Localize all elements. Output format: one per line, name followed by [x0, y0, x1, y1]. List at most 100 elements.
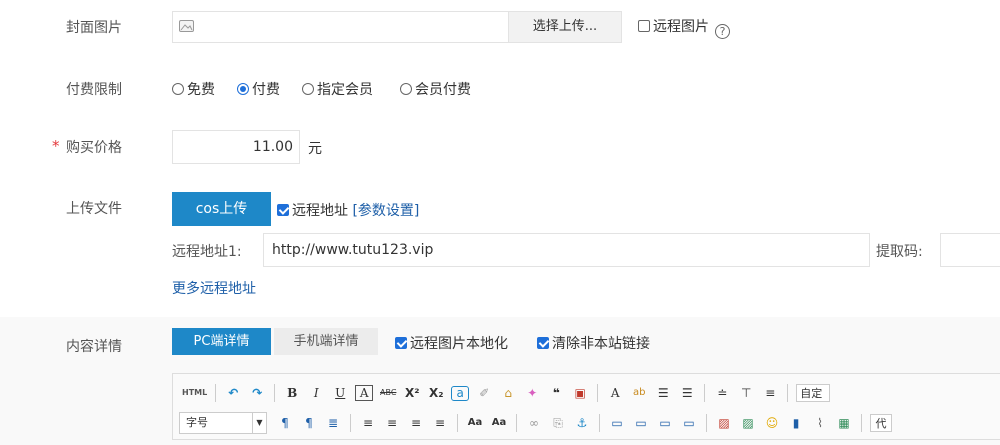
insert-image-icon[interactable]: ▨ [715, 414, 733, 432]
font-border-button[interactable]: A [355, 385, 374, 401]
option-member-label: 指定会员 [317, 82, 373, 98]
font-color-button[interactable]: A [606, 384, 624, 402]
radio-member[interactable] [302, 83, 314, 95]
format-brush-icon[interactable]: ⌂ [499, 384, 517, 402]
payment-row: 付费限制 免费 付费 指定会员 会员付费 [0, 77, 1000, 101]
align-center-icon[interactable]: ≡ [383, 414, 401, 432]
underline-button[interactable]: U [331, 384, 349, 402]
toolbar-separator [597, 384, 599, 402]
paste-text-icon[interactable]: ▣ [571, 384, 589, 402]
undo-icon[interactable]: ↶ [224, 384, 242, 402]
clear-links-option[interactable]: 清除非本站链接 [537, 333, 650, 353]
map-icon[interactable]: ▦ [835, 414, 853, 432]
remote-address-option[interactable]: 远程地址 [参数设置] [277, 200, 419, 220]
highlight-color-button[interactable]: ab [630, 384, 648, 402]
html-source-button[interactable]: HTML [182, 384, 207, 402]
video-icon[interactable]: ▮ [787, 414, 805, 432]
radio-member-paid[interactable] [400, 83, 412, 95]
clear-links-label: 清除非本站链接 [552, 336, 650, 352]
image-icon [179, 20, 194, 32]
remote-image-checkbox[interactable] [638, 20, 650, 32]
toolbar-separator [350, 414, 351, 432]
superscript-button[interactable]: X² [403, 384, 421, 402]
attachment-icon[interactable]: ⌇ [811, 414, 829, 432]
payment-option-member[interactable]: 指定会员 [302, 79, 373, 99]
toolbar-separator [516, 414, 517, 432]
payment-label: 付费限制 [66, 82, 122, 98]
remote-address-checkbox[interactable] [277, 204, 289, 216]
strikethrough-button[interactable]: ABC [379, 384, 397, 402]
magic-icon[interactable]: ✦ [523, 384, 541, 402]
content-row: 内容详情 PC端详情 手机端详情 远程图片本地化 清除非本站链接 HTML ↶ … [0, 317, 1000, 445]
payment-option-free[interactable]: 免费 [172, 79, 215, 99]
price-input[interactable]: 11.00 [172, 130, 300, 164]
option-free-label: 免费 [187, 82, 215, 98]
align-left-icon[interactable]: ≡ [359, 414, 377, 432]
clear-links-checkbox[interactable] [537, 337, 549, 349]
toolbar-separator [215, 384, 217, 402]
remote-image-option[interactable]: 远程图片? [638, 16, 730, 39]
remote1-input[interactable]: http://www.tutu123.vip [263, 233, 870, 267]
localize-option[interactable]: 远程图片本地化 [395, 333, 508, 353]
custom-title-select[interactable]: 自定 [796, 384, 831, 402]
rtl-icon[interactable]: ¶ [300, 414, 318, 432]
unlink-icon[interactable]: ⎘ [549, 414, 567, 432]
more-remote-link[interactable]: 更多远程地址 [172, 278, 256, 298]
auto-format-icon[interactable]: a [451, 385, 470, 401]
quote-icon[interactable]: ❝ [547, 384, 565, 402]
align-justify-icon[interactable]: ≡ [431, 414, 449, 432]
font-size-select[interactable]: 字号 ▼ [179, 412, 267, 434]
editor-toolbar: HTML ↶ ↷ B I U A ABC X² X₂ a ✐ ⌂ ✦ ❝ ▣ A… [172, 373, 1000, 440]
help-icon[interactable]: ? [715, 24, 730, 39]
extract-code-input[interactable] [940, 233, 1000, 267]
emoji-icon[interactable]: ☺ [763, 414, 781, 432]
subscript-button[interactable]: X₂ [427, 384, 445, 402]
paragraph-spacing-icon[interactable]: ⊤ [737, 384, 755, 402]
localize-checkbox[interactable] [395, 337, 407, 349]
uppercase-icon[interactable]: Aa [466, 414, 484, 432]
cos-upload-button[interactable]: cos上传 [172, 192, 271, 226]
payment-option-member-paid[interactable]: 会员付费 [400, 79, 471, 99]
bold-button[interactable]: B [283, 384, 301, 402]
ltr-icon[interactable]: ¶ [276, 414, 294, 432]
code-block-select[interactable]: 代 [870, 414, 892, 432]
ordered-list-icon[interactable]: ☰ [654, 384, 672, 402]
content-label: 内容详情 [66, 339, 122, 355]
param-settings-link[interactable]: [参数设置] [352, 203, 419, 219]
redo-icon[interactable]: ↷ [248, 384, 266, 402]
price-row: * 购买价格 11.00 元 [0, 130, 1000, 164]
tab-pc-detail[interactable]: PC端详情 [172, 328, 271, 355]
price-label: 购买价格 [66, 140, 122, 156]
tab-mobile-detail[interactable]: 手机端详情 [274, 328, 378, 355]
paragraph-format-icon[interactable]: ≣ [324, 414, 342, 432]
radio-free[interactable] [172, 83, 184, 95]
cover-path-input[interactable] [172, 11, 508, 43]
payment-option-paid[interactable]: 付费 [237, 79, 280, 99]
italic-button[interactable]: I [307, 384, 325, 402]
select-upload-button[interactable]: 选择上传... [508, 11, 622, 43]
link-icon[interactable]: ∞ [525, 414, 543, 432]
upload-row: 上传文件 cos上传 远程地址 [参数设置] 远程地址1: http://www… [0, 192, 1000, 302]
unordered-list-icon[interactable]: ☰ [678, 384, 696, 402]
lowercase-icon[interactable]: Aa [490, 414, 508, 432]
remote-address-label: 远程地址 [292, 203, 348, 219]
toolbar-row-2: 字号 ▼ ¶ ¶ ≣ ≡ ≡ ≡ ≡ Aa Aa ∞ ⎘ ⚓ ▭ ▭ ▭ ▭ ▨… [179, 410, 895, 436]
option-member-paid-label: 会员付费 [415, 82, 471, 98]
image-float-left-icon[interactable]: ▭ [632, 414, 650, 432]
upload-label: 上传文件 [66, 201, 122, 217]
anchor-icon[interactable]: ⚓ [573, 414, 591, 432]
indent-icon[interactable]: ≡ [761, 384, 779, 402]
line-height-icon[interactable]: ≐ [713, 384, 731, 402]
cover-row: 封面图片 选择上传... 远程图片? [0, 0, 1000, 60]
chevron-down-icon: ▼ [252, 413, 266, 433]
extract-code-label: 提取码: [876, 244, 923, 260]
align-right-icon[interactable]: ≡ [407, 414, 425, 432]
image-float-right-icon[interactable]: ▭ [656, 414, 674, 432]
remote-image-label: 远程图片 [653, 19, 709, 35]
eraser-icon[interactable]: ✐ [475, 384, 493, 402]
required-mark: * [52, 137, 60, 155]
radio-paid[interactable] [237, 83, 249, 95]
image-float-none-icon[interactable]: ▭ [608, 414, 626, 432]
image-center-icon[interactable]: ▭ [680, 414, 698, 432]
multi-image-icon[interactable]: ▨ [739, 414, 757, 432]
